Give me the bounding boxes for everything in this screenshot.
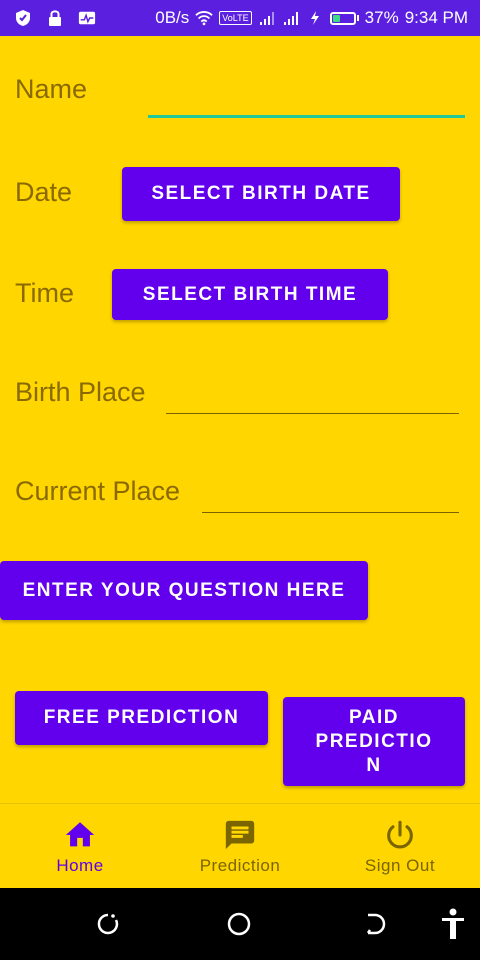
recents-icon[interactable]: [94, 910, 122, 938]
nav-label-sign-out: Sign Out: [364, 856, 436, 875]
charging-icon: [306, 9, 324, 27]
data-speed: 0B/s: [155, 8, 190, 27]
battery-percent: 37%: [364, 8, 399, 27]
clock: 9:34 PM: [404, 8, 468, 27]
paid-prediction-line: N: [366, 754, 382, 776]
bottom-navigation: Home Prediction Sign Out: [0, 803, 480, 888]
nav-label-prediction: Prediction: [199, 856, 281, 875]
status-bar: 0B/s VoLTE 37% 9:34 PM: [0, 0, 480, 36]
name-field[interactable]: [148, 115, 465, 118]
nav-item-prediction[interactable]: Prediction: [160, 804, 320, 888]
accessibility-icon[interactable]: [440, 908, 466, 940]
nav-item-home[interactable]: Home: [0, 804, 160, 888]
birth-place-field[interactable]: [166, 413, 459, 414]
system-navigation-bar: [0, 888, 480, 960]
lock-icon: [46, 9, 64, 27]
shield-icon: [14, 9, 32, 27]
select-birth-time-button[interactable]: SELECT BIRTH TIME: [112, 269, 388, 320]
paid-prediction-line: PAID: [349, 706, 399, 728]
date-label: Date: [15, 177, 73, 207]
select-birth-date-button[interactable]: SELECT BIRTH DATE: [122, 167, 400, 221]
current-place-field[interactable]: [202, 512, 459, 513]
free-prediction-button[interactable]: FREE PREDICTION: [15, 691, 268, 745]
signal-icon: [258, 9, 276, 27]
nav-label-home: Home: [56, 856, 104, 875]
current-place-label: Current Place: [15, 476, 181, 506]
home-icon: [65, 822, 95, 847]
enter-question-button[interactable]: ENTER YOUR QUESTION HERE: [0, 561, 368, 620]
power-icon: [387, 820, 413, 849]
back-icon[interactable]: [360, 910, 388, 938]
paid-prediction-button[interactable]: PAID PREDICTIO N: [283, 697, 465, 786]
volte-badge: VoLTE: [219, 11, 252, 25]
message-icon: [225, 820, 255, 850]
signal-icon: [282, 9, 300, 27]
birth-place-label: Birth Place: [15, 377, 146, 407]
nav-item-sign-out[interactable]: Sign Out: [320, 804, 480, 888]
battery-icon: [329, 11, 359, 25]
status-right-icons: 0B/s VoLTE 37% 9:34 PM: [155, 8, 468, 28]
home-circle-icon[interactable]: [225, 910, 253, 938]
name-label: Name: [15, 74, 88, 104]
time-label: Time: [15, 278, 74, 308]
wifi-icon: [195, 9, 214, 27]
paid-prediction-line: PREDICTIO: [315, 730, 433, 752]
status-left-icons: [14, 9, 96, 27]
activity-icon: [78, 9, 96, 27]
